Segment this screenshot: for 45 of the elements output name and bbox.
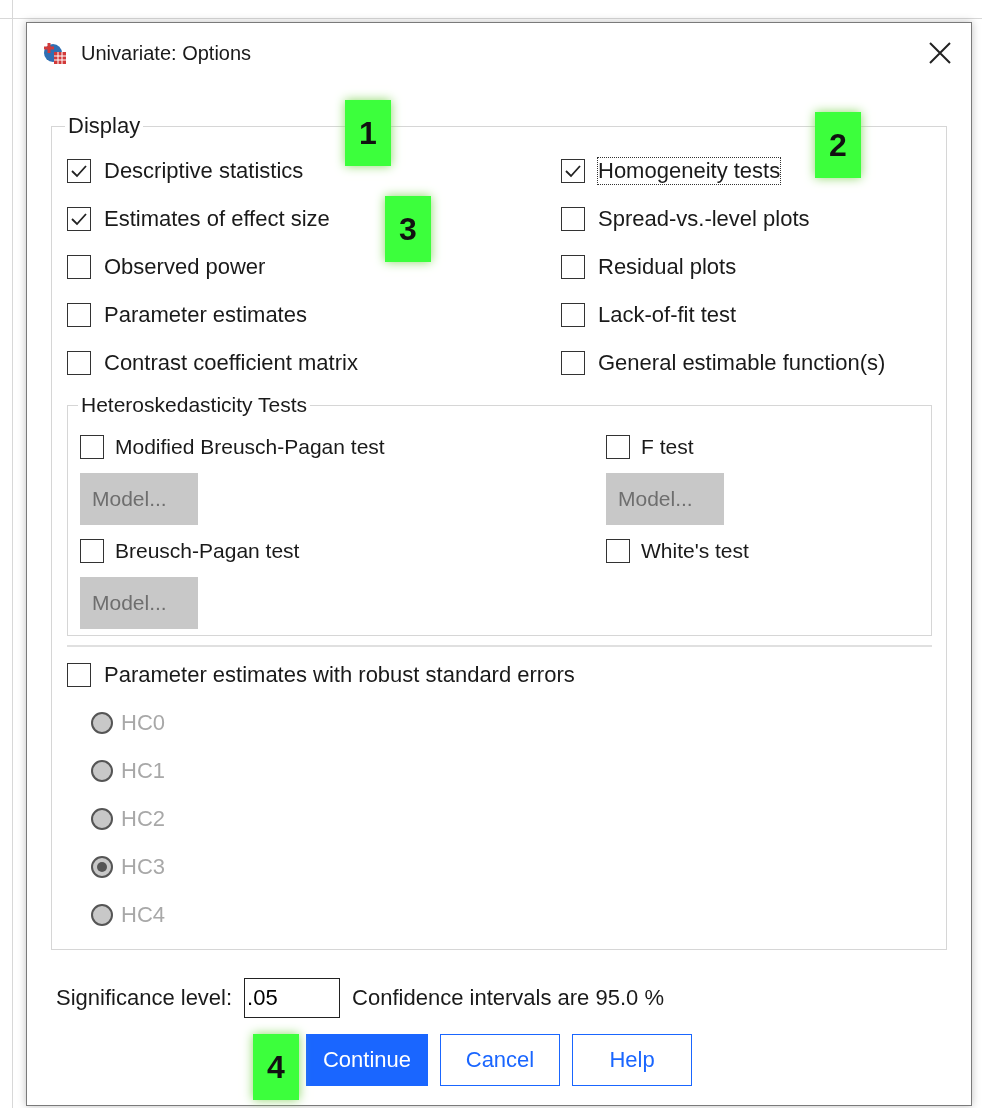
checkbox-option[interactable]: Breusch-Pagan test xyxy=(80,525,300,577)
number-badge: 4 xyxy=(253,1034,299,1100)
checkbox-label[interactable]: Contrast coefficient matrix xyxy=(104,350,358,376)
checkbox[interactable] xyxy=(67,255,91,279)
number-badge: 2 xyxy=(815,112,861,178)
checkbox-label[interactable]: General estimable function(s) xyxy=(598,350,886,376)
checkbox-label[interactable]: Parameter estimates xyxy=(104,302,307,328)
checkbox-label[interactable]: Residual plots xyxy=(598,254,737,280)
checkbox-label[interactable]: Homogeneity tests xyxy=(598,158,781,184)
significance-label: Significance level: xyxy=(56,985,233,1011)
group-title: Display xyxy=(67,113,142,139)
significance-field[interactable]: .05 xyxy=(244,978,341,1018)
help-button[interactable]: Help xyxy=(572,1034,692,1086)
group-title: Heteroskedasticity Tests xyxy=(80,393,309,417)
checkbox[interactable] xyxy=(67,159,91,183)
checkbox-option[interactable]: White's test xyxy=(606,525,749,577)
window-title: Univariate: Options xyxy=(81,41,253,65)
checkbox[interactable] xyxy=(80,539,104,563)
cancel-button[interactable]: Cancel xyxy=(440,1034,560,1086)
number-badge: 1 xyxy=(345,100,391,166)
table-icon xyxy=(43,41,67,65)
checkbox[interactable] xyxy=(561,255,585,279)
checkbox-label[interactable]: Lack-of-fit test xyxy=(598,302,737,328)
checkbox[interactable] xyxy=(67,207,91,231)
checkbox-label[interactable]: Descriptive statistics xyxy=(104,158,304,184)
checkbox[interactable] xyxy=(561,351,585,375)
checkbox[interactable] xyxy=(606,539,630,563)
checkbox[interactable] xyxy=(561,159,585,183)
checkbox[interactable] xyxy=(561,303,585,327)
confidence-text: Confidence intervals are 95.0 % xyxy=(352,985,664,1011)
checkbox[interactable] xyxy=(606,435,630,459)
checkbox[interactable] xyxy=(67,351,91,375)
checkbox-label[interactable]: Spread-vs.-level plots xyxy=(598,206,810,232)
checkbox[interactable] xyxy=(67,663,91,687)
number-badge: 3 xyxy=(385,196,431,262)
checkbox-option[interactable]: Parameter estimates with robust standard errors xyxy=(67,651,575,699)
close-icon[interactable] xyxy=(929,42,951,64)
checkbox[interactable] xyxy=(561,207,585,231)
checkbox-option[interactable]: F test xyxy=(606,421,694,473)
checkbox-option[interactable]: Modified Breusch-Pagan test xyxy=(80,421,385,473)
continue-button[interactable]: Continue xyxy=(306,1034,428,1086)
checkbox[interactable] xyxy=(67,303,91,327)
checkbox-label[interactable]: Estimates of effect size xyxy=(104,206,330,232)
checkbox-label[interactable]: Observed power xyxy=(104,254,266,280)
checkbox[interactable] xyxy=(80,435,104,459)
